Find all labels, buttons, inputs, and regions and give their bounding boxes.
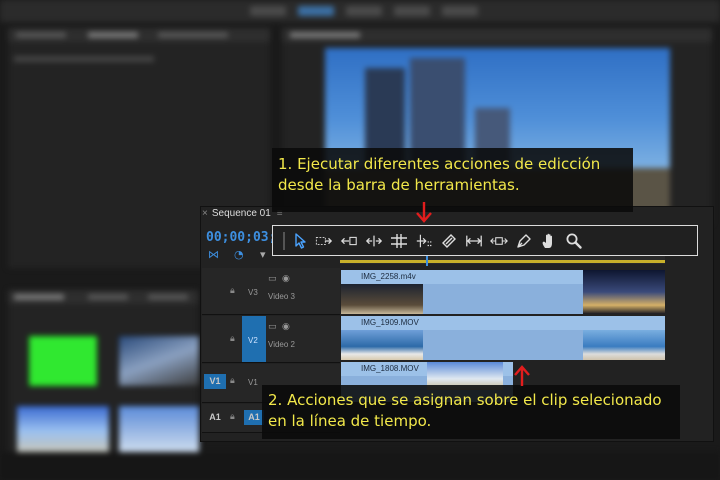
project-panel: [8, 290, 200, 470]
razor-icon[interactable]: [415, 232, 433, 250]
time-ruler[interactable]: [340, 256, 665, 264]
callout-line: desde la barra de herramientas.: [278, 176, 520, 194]
callout-line: 1. Ejecutar diferentes acciones de edicc…: [278, 155, 601, 173]
lock-icon[interactable]: 🔒︎: [230, 286, 235, 296]
pen-icon[interactable]: [515, 232, 533, 250]
clip-thumbnail: [583, 270, 665, 314]
source-patch-v1[interactable]: V1: [204, 374, 226, 389]
track-name-v3: Video 3: [268, 292, 295, 301]
toggle-output-icon[interactable]: ▭: [268, 274, 277, 284]
slide-icon[interactable]: [465, 232, 483, 250]
track-select-forward-icon[interactable]: [315, 232, 333, 250]
arrow-down-icon: [414, 200, 434, 227]
source-panel-tabs: [8, 28, 270, 42]
sequence-tab-label: Sequence 01: [211, 208, 271, 219]
hand-icon[interactable]: [540, 232, 558, 250]
track-header-v3: 🔒︎ V3 ▭ ◉ Video 3: [202, 268, 340, 315]
toggle-output-icon[interactable]: ▭: [268, 322, 277, 332]
track-name-v2: Video 2: [268, 340, 295, 349]
toolbar-grip[interactable]: [283, 232, 285, 250]
lock-icon[interactable]: 🔒︎: [230, 334, 235, 344]
workspace-button-active[interactable]: [298, 6, 334, 16]
callout-timeline-note: 2. Acciones que se asignan sobre el clip…: [262, 385, 680, 439]
rate-stretch-icon[interactable]: [390, 232, 408, 250]
snap-icon[interactable]: ⋈: [208, 248, 219, 261]
callout-toolbar-note: 1. Ejecutar diferentes acciones de edicc…: [272, 148, 633, 212]
selection-tool-icon[interactable]: [291, 232, 309, 250]
workspace-button[interactable]: [394, 6, 430, 16]
ripple-edit-icon[interactable]: [340, 232, 358, 250]
clip-thumbnail: [583, 330, 665, 360]
clip-name: IMG_1909.MOV: [341, 316, 665, 330]
workspace-bar: [0, 0, 720, 22]
lock-icon[interactable]: 🔒︎: [230, 412, 235, 422]
clip-v2[interactable]: IMG_1909.MOV: [341, 316, 665, 360]
clip-thumbnail: [341, 330, 423, 360]
track-header-v2: 🔒︎ V2 ▭ ◉ Video 2: [202, 316, 340, 363]
eye-icon[interactable]: ◉: [282, 322, 290, 332]
slip-icon[interactable]: [440, 232, 458, 250]
source-patch-a1[interactable]: A1: [204, 410, 226, 425]
tools-toolbar: [272, 225, 698, 256]
clip-v3[interactable]: IMG_2258.m4v: [341, 270, 665, 314]
track-label-v1: V1: [248, 378, 258, 387]
eye-icon[interactable]: ◉: [282, 274, 290, 284]
workspace-button[interactable]: [250, 6, 286, 16]
callout-line: en la línea de tiempo.: [268, 412, 432, 430]
close-icon[interactable]: ×: [202, 208, 208, 219]
rolling-edit-icon[interactable]: [365, 232, 383, 250]
callout-line: 2. Acciones que se asignan sobre el clip…: [268, 391, 662, 409]
linked-selection-icon[interactable]: ◔: [234, 248, 244, 261]
workspace-button[interactable]: [346, 6, 382, 16]
lock-icon[interactable]: 🔒︎: [230, 376, 235, 386]
track-label-v3: V3: [248, 288, 258, 297]
slide-edit-icon[interactable]: [490, 232, 508, 250]
add-marker-icon[interactable]: ▾: [260, 248, 266, 261]
zoom-icon[interactable]: [565, 232, 583, 250]
workspace-button[interactable]: [442, 6, 478, 16]
arrow-up-icon: [512, 364, 532, 391]
track-label-v2: V2: [248, 336, 258, 345]
clip-thumbnail: [341, 284, 423, 314]
track-label-a1[interactable]: A1: [244, 410, 264, 425]
